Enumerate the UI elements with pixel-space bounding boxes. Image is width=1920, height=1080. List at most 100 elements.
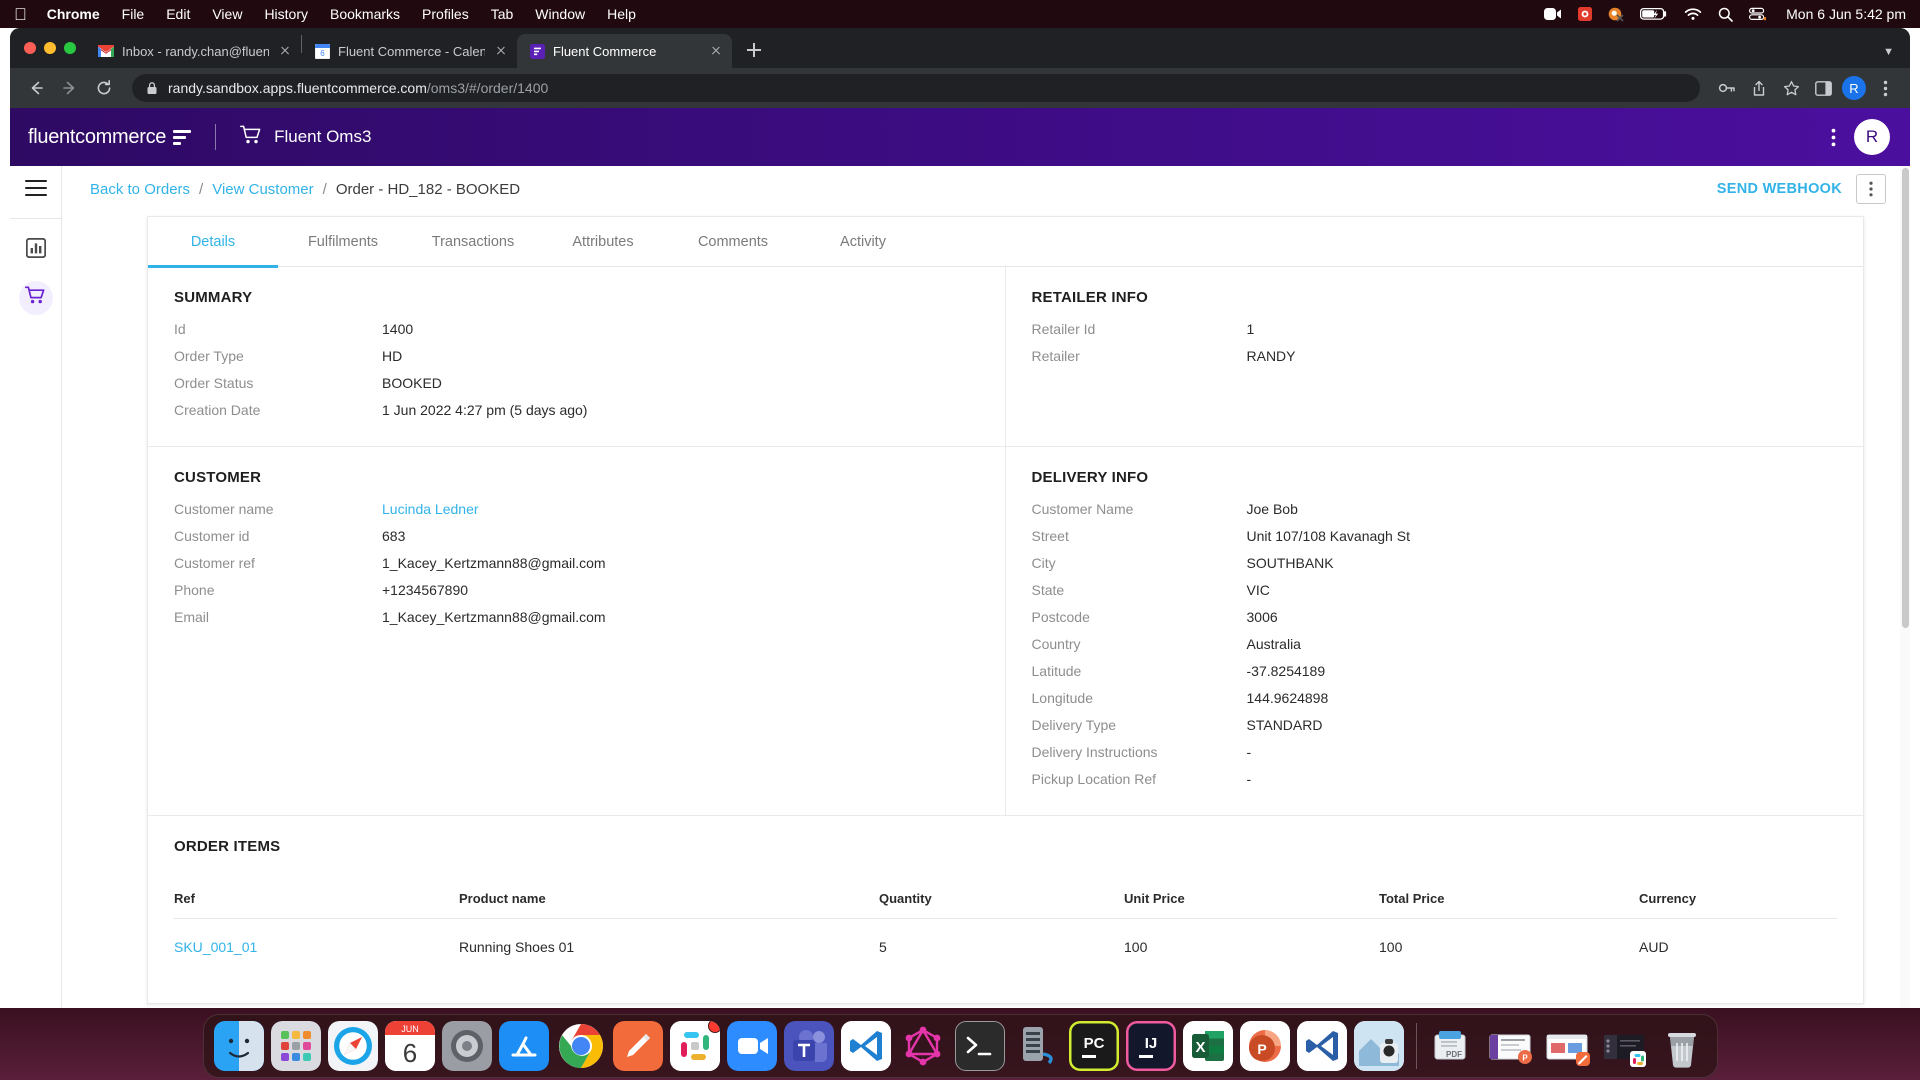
table-row[interactable]: SKU_001_01 Running Shoes 01 5 100 100 AU… — [174, 919, 1837, 974]
dock-trash[interactable] — [1657, 1021, 1707, 1071]
browser-tab-fluent-commerce[interactable]: Fluent Commerce — [517, 34, 732, 68]
page-viewport: fluentcommerce Fluent Oms3 R Back to Ord… — [10, 108, 1910, 1008]
fluent-commerce-logo[interactable]: fluentcommerce — [28, 126, 192, 149]
dock-minimized-slack-window[interactable] — [1600, 1021, 1650, 1071]
dock-minimized-postman-window[interactable] — [1543, 1021, 1593, 1071]
tab-comments[interactable]: Comments — [668, 217, 798, 267]
dock-app-zoom[interactable] — [726, 1021, 777, 1071]
menubar-item-profiles[interactable]: Profiles — [422, 6, 469, 22]
zoom-icon[interactable] — [1544, 7, 1562, 21]
sidebar-item-reports[interactable] — [19, 233, 53, 267]
dock-app-intellij-idea[interactable]: IJ — [1125, 1021, 1176, 1071]
close-icon[interactable] — [493, 43, 509, 59]
dock-app-terminal[interactable] — [954, 1021, 1005, 1071]
cell-ref-link[interactable]: SKU_001_01 — [174, 919, 459, 974]
browser-tab-inbox[interactable]: Inbox - randy.chan@fluentcom — [86, 34, 301, 68]
left-nav-rail — [10, 166, 62, 1008]
window-controls — [22, 28, 86, 68]
spotlight-search-icon[interactable] — [1718, 7, 1733, 22]
chrome-menu-icon[interactable] — [1872, 75, 1898, 101]
menubar-item-view[interactable]: View — [212, 6, 242, 22]
dock-app-postman[interactable] — [612, 1021, 663, 1071]
close-icon[interactable] — [708, 43, 724, 59]
chrome-profile-avatar[interactable]: R — [1842, 76, 1866, 100]
breadcrumb-current-order: Order - HD_182 - BOOKED — [335, 180, 521, 198]
menubar-clock[interactable]: Mon 6 Jun 5:42 pm — [1786, 6, 1906, 22]
bookmark-star-icon[interactable] — [1778, 75, 1804, 101]
url-path: /oms3/#/order/1400 — [426, 80, 549, 96]
lock-icon[interactable] — [144, 80, 160, 96]
dock-app-pycharm[interactable]: PC — [1068, 1021, 1119, 1071]
browser-tab-calendar[interactable]: 6 Fluent Commerce - Calendar - — [302, 34, 517, 68]
orange-app-icon[interactable] — [1608, 6, 1624, 22]
red-app-icon[interactable] — [1578, 7, 1593, 21]
tab-attributes[interactable]: Attributes — [538, 217, 668, 267]
dock-app-slack[interactable] — [669, 1021, 720, 1071]
sidebar-item-orders[interactable] — [18, 281, 53, 315]
chevron-down-icon[interactable]: ▼ — [1883, 46, 1894, 58]
dock-app-safari[interactable] — [327, 1021, 378, 1071]
dock-app-launchpad[interactable] — [270, 1021, 321, 1071]
dock-minimized-pdf-folder[interactable]: PDF — [1429, 1021, 1479, 1071]
field-label: Delivery Instructions — [1031, 744, 1158, 760]
side-panel-icon[interactable] — [1810, 75, 1836, 101]
dock-app-preview[interactable] — [1353, 1021, 1404, 1071]
browser-tab-title: Inbox - randy.chan@fluentcom — [122, 43, 269, 59]
battery-charging-icon[interactable] — [1640, 7, 1668, 21]
reload-icon[interactable] — [90, 74, 118, 102]
menubar-item-bookmarks[interactable]: Bookmarks — [330, 6, 400, 22]
dock-app-microsoft-powerpoint[interactable]: P — [1239, 1021, 1290, 1071]
field-value: +1234567890 — [382, 582, 469, 598]
menubar-item-history[interactable]: History — [264, 6, 308, 22]
breadcrumb-view-customer[interactable]: View Customer — [212, 181, 313, 198]
menubar-item-help[interactable]: Help — [607, 6, 636, 22]
dock-app-server[interactable] — [1012, 1021, 1062, 1071]
dock-app-finder[interactable] — [213, 1021, 264, 1071]
tab-details[interactable]: Details — [148, 217, 278, 268]
new-tab-button[interactable] — [740, 36, 768, 64]
hamburger-icon[interactable] — [24, 180, 47, 196]
delivery-row-postcode: Postcode 3006 — [1032, 608, 1838, 626]
dock-app-google-chrome[interactable] — [556, 1021, 606, 1071]
dock-app-calendar[interactable]: JUN 6 — [384, 1021, 435, 1071]
close-icon[interactable] — [277, 43, 293, 59]
apple-menu-icon[interactable]:  — [14, 6, 27, 23]
password-key-icon[interactable] — [1714, 75, 1740, 101]
delivery-row-country: Country Australia — [1032, 635, 1838, 653]
share-icon[interactable] — [1746, 75, 1772, 101]
wifi-icon[interactable] — [1684, 7, 1702, 21]
dock-minimized-powerpoint-window[interactable]: P — [1486, 1021, 1536, 1071]
user-avatar[interactable]: R — [1854, 119, 1890, 155]
breadcrumb-back-to-orders[interactable]: Back to Orders — [90, 181, 190, 198]
menubar-item-edit[interactable]: Edit — [166, 6, 190, 22]
scrollbar-thumb[interactable] — [1902, 168, 1909, 628]
tab-activity[interactable]: Activity — [798, 217, 928, 267]
menubar-item-tab[interactable]: Tab — [491, 6, 514, 22]
control-center-icon[interactable] — [1749, 7, 1767, 21]
dock-app-app-store[interactable] — [498, 1021, 549, 1071]
tab-fulfilments[interactable]: Fulfilments — [278, 217, 408, 267]
forward-icon[interactable] — [56, 74, 84, 102]
minimize-window-button[interactable] — [44, 42, 56, 54]
dock-app-visual-studio-code[interactable] — [840, 1021, 891, 1071]
dock-app-system-preferences[interactable] — [441, 1021, 492, 1071]
menubar-app-name[interactable]: Chrome — [47, 6, 100, 22]
field-label: Customer id — [174, 528, 250, 544]
address-bar[interactable]: randy.sandbox.apps.fluentcommerce.com/om… — [132, 74, 1700, 102]
tab-transactions[interactable]: Transactions — [408, 217, 538, 267]
dock-app-vscode-insiders[interactable] — [1296, 1021, 1347, 1071]
customer-name-link[interactable]: Lucinda Ledner — [382, 500, 479, 518]
dock-app-microsoft-teams[interactable] — [783, 1021, 834, 1071]
menubar-item-file[interactable]: File — [122, 6, 145, 22]
back-icon[interactable] — [22, 74, 50, 102]
send-webhook-button[interactable]: SEND WEBHOOK — [1717, 181, 1842, 197]
order-actions-kebab-icon[interactable] — [1856, 174, 1886, 204]
maximize-window-button[interactable] — [64, 42, 76, 54]
product-switcher[interactable]: Fluent Oms3 — [240, 125, 371, 150]
page-scrollbar[interactable] — [1900, 166, 1910, 1008]
dock-app-microsoft-excel[interactable]: X — [1182, 1021, 1233, 1071]
close-window-button[interactable] — [24, 42, 36, 54]
header-kebab-icon[interactable] — [1831, 128, 1836, 147]
dock-app-graphql-playground[interactable] — [898, 1021, 948, 1071]
menubar-item-window[interactable]: Window — [535, 6, 585, 22]
